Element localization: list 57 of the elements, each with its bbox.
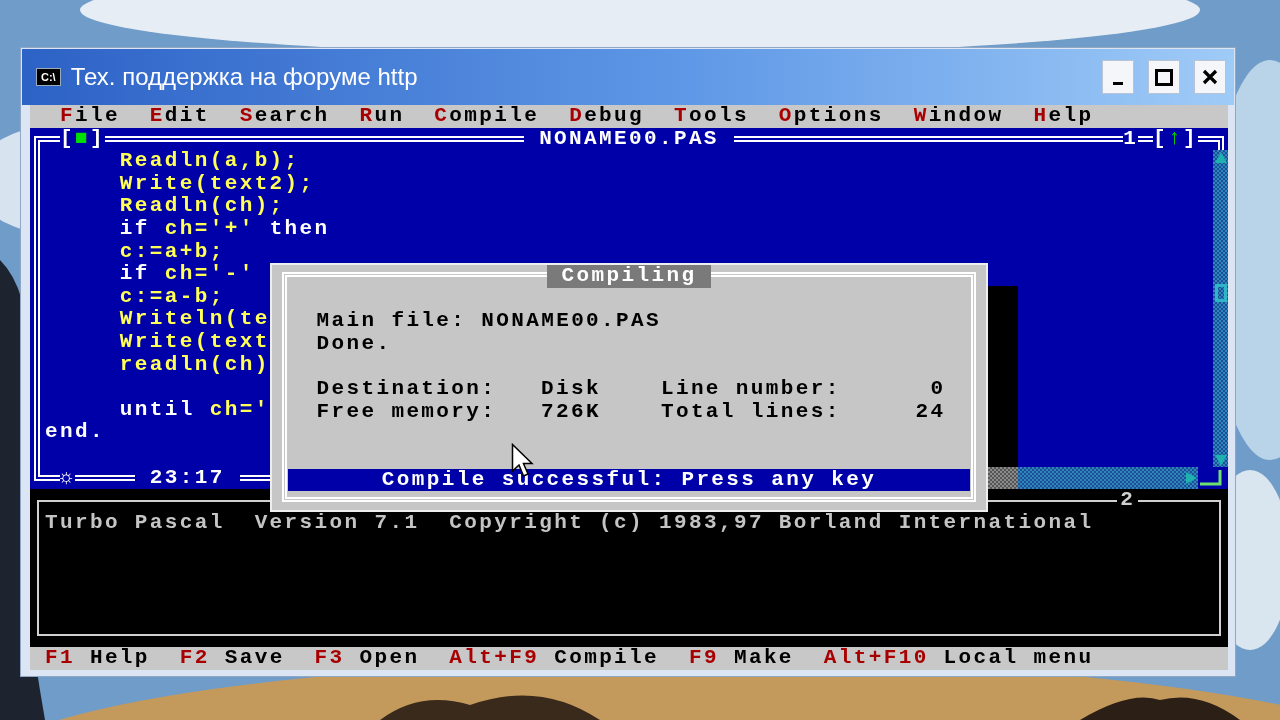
menu-item[interactable]: Edit: [134, 105, 225, 128]
resize-corner-icon: [1198, 470, 1225, 487]
code-line: Writeln(te: [119, 308, 270, 331]
code-line: Write(text2);: [119, 172, 315, 196]
maximize-button[interactable]: [1148, 60, 1180, 94]
code-line: until ch=': [119, 398, 270, 422]
scroll-thumb[interactable]: [1214, 283, 1227, 302]
menu-item[interactable]: Tools: [659, 105, 764, 128]
code-line: if ch='-': [119, 263, 255, 286]
menu-item[interactable]: File: [44, 105, 135, 128]
minimize-icon: [1113, 82, 1123, 85]
menu-item[interactable]: Help: [1018, 105, 1109, 128]
vertical-scrollbar[interactable]: [1213, 150, 1228, 467]
dialog-title: Compiling: [546, 265, 712, 288]
menu-item[interactable]: Debug: [554, 105, 660, 128]
code-line: c:=a+b;: [119, 240, 225, 264]
shortcut-item[interactable]: F1 Help: [44, 647, 150, 670]
menu-item[interactable]: Options: [763, 105, 899, 128]
stat-value: 726K: [540, 400, 602, 424]
zoom-box[interactable]: [↑]: [1153, 127, 1199, 151]
close-icon: [1202, 69, 1218, 85]
code-line: Write(text: [119, 330, 270, 354]
minimize-button[interactable]: [1102, 60, 1134, 94]
code-line: readln(ch): [119, 353, 270, 377]
menu-item[interactable]: Search: [224, 105, 345, 128]
stat-label: Line number:: [660, 378, 841, 401]
menu-item[interactable]: Run: [344, 105, 420, 128]
shortcut-item[interactable]: Alt+F9 Compile: [449, 647, 660, 670]
menu-item[interactable]: Compile: [419, 105, 555, 128]
dialog-text: Main file: NONAME00.PAS: [316, 309, 661, 333]
shortcut-item[interactable]: Alt+F10 Local menu: [823, 647, 1094, 670]
stat-value: 0: [929, 378, 946, 401]
dialog-text: Done.: [316, 331, 392, 355]
code-line: end.: [44, 421, 105, 444]
stat-label: Destination:: [316, 378, 498, 401]
up-arrow-icon: [1213, 150, 1228, 165]
right-arrow-icon: [1184, 470, 1199, 485]
stat-value: 24: [914, 400, 946, 424]
stat-label: Total lines:: [660, 400, 841, 424]
close-button[interactable]: [1194, 60, 1226, 94]
shortcut-item[interactable]: F2 Save: [179, 647, 285, 670]
shortcut-item[interactable]: F3 Open: [314, 647, 420, 670]
menu-item[interactable]: Window: [898, 105, 1019, 128]
code-line: Readln(a,b);: [119, 150, 300, 173]
code-line: c:=a-b;: [119, 285, 225, 309]
shortcut-item[interactable]: F9 Make: [689, 647, 794, 670]
app-icon: C:\: [36, 68, 61, 86]
output-text: Turbo Pascal Version 7.1 Copyright (c) 1983,97 Borland International: [43, 511, 1094, 535]
close-box[interactable]: [■]: [59, 127, 105, 151]
window-title: Тех. поддержка на форуме http: [70, 62, 419, 92]
stat-value: Disk: [540, 378, 602, 401]
status-message: Compile successful: Press any key: [288, 468, 970, 492]
down-arrow-icon: [1213, 452, 1228, 467]
maximize-icon: [1155, 68, 1173, 86]
code-line: Readln(ch);: [119, 195, 285, 218]
stat-label: Free memory:: [316, 400, 498, 424]
code-line: if ch='+' then: [119, 217, 330, 241]
